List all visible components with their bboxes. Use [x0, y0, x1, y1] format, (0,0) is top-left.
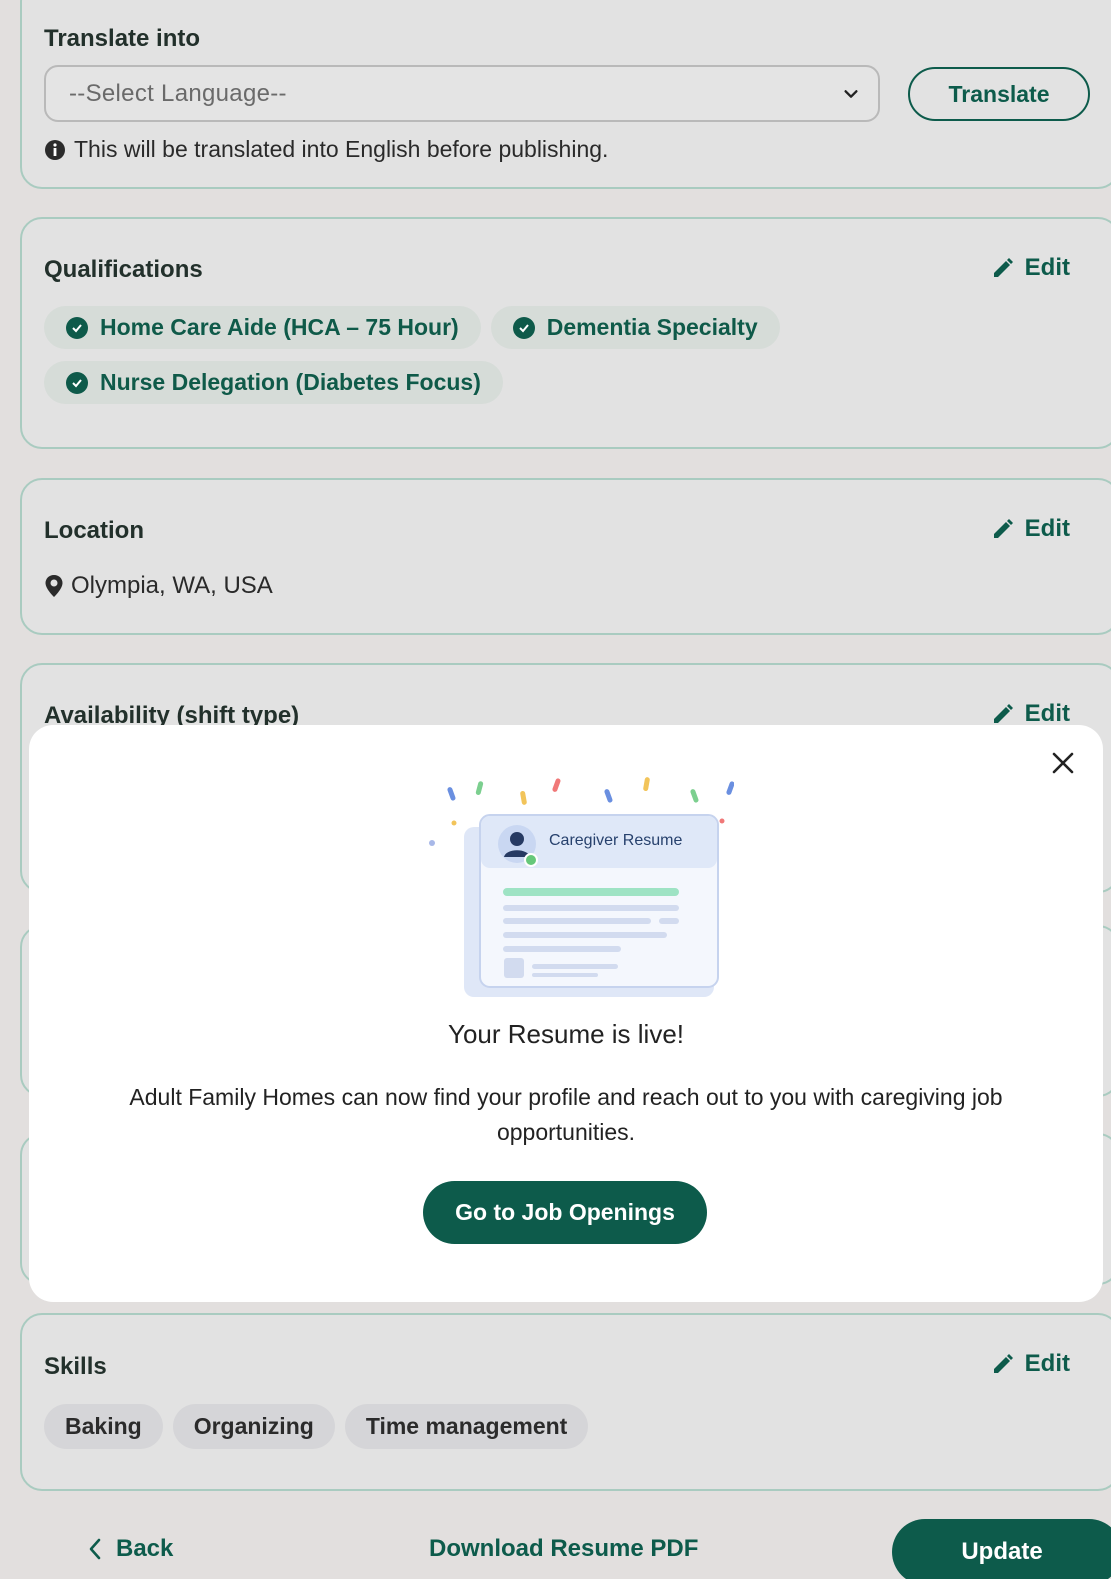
- qualification-label: Home Care Aide (HCA – 75 Hour): [100, 314, 459, 340]
- back-button[interactable]: Back: [88, 1535, 173, 1563]
- pencil-icon: [993, 1354, 1013, 1373]
- resume-illustration: Caregiver Resume: [429, 777, 734, 997]
- pencil-icon: [993, 258, 1013, 277]
- check-circle-icon: [66, 371, 88, 394]
- info-icon: [45, 139, 65, 160]
- translate-card: Translate into --Select Language-- Trans…: [20, 0, 1111, 189]
- location-text: Olympia, WA, USA: [71, 572, 273, 599]
- skills-edit-label: Edit: [1024, 1350, 1070, 1377]
- translate-note-text: This will be translated into English bef…: [74, 136, 609, 162]
- map-pin-icon: [45, 575, 63, 597]
- language-select[interactable]: --Select Language--: [44, 65, 880, 122]
- skill-chip: Time management: [344, 1404, 589, 1449]
- pencil-icon: [993, 519, 1013, 538]
- chevron-left-icon: [89, 1538, 101, 1560]
- check-circle-icon: [512, 316, 535, 339]
- location-edit-button[interactable]: Edit: [991, 515, 1070, 543]
- check-circle-icon: [66, 316, 88, 339]
- chevron-down-icon: [844, 90, 858, 98]
- qualification-label: Dementia Specialty: [546, 314, 758, 340]
- location-value: Olympia, WA, USA: [44, 572, 273, 600]
- skills-edit-button[interactable]: Edit: [991, 1350, 1070, 1378]
- language-select-value: --Select Language--: [69, 79, 287, 107]
- qualification-label: Nurse Delegation (Diabetes Focus): [100, 369, 481, 395]
- qualifications-card: Qualifications Edit Home Care Aide (HCA …: [20, 217, 1111, 449]
- resume-live-modal: Caregiver Resume Your Resume is live! Ad…: [29, 725, 1103, 1302]
- qualifications-row-2: Nurse Delegation (Diabetes Focus): [44, 361, 503, 404]
- qualifications-edit-label: Edit: [1024, 254, 1070, 281]
- qualification-chip: Home Care Aide (HCA – 75 Hour): [44, 306, 481, 349]
- skills-card: Skills Edit Baking Organizing Time manag…: [20, 1313, 1111, 1491]
- skills-title: Skills: [44, 1353, 107, 1380]
- translate-button[interactable]: Translate: [908, 67, 1090, 121]
- illustration-title: Caregiver Resume: [549, 832, 682, 849]
- skill-chip: Organizing: [172, 1404, 335, 1449]
- skill-chip: Baking: [44, 1404, 163, 1449]
- translate-note: This will be translated into English bef…: [44, 136, 608, 163]
- location-title: Location: [44, 517, 144, 544]
- go-to-job-openings-button[interactable]: Go to Job Openings: [423, 1181, 707, 1244]
- location-card: Location Edit Olympia, WA, USA: [20, 478, 1111, 635]
- qualifications-title: Qualifications: [44, 256, 203, 283]
- location-edit-label: Edit: [1024, 515, 1070, 542]
- back-label: Back: [116, 1535, 174, 1562]
- modal-description: Adult Family Homes can now find your pro…: [129, 1084, 1003, 1145]
- translate-label: Translate into: [44, 25, 201, 52]
- qualification-chip: Nurse Delegation (Diabetes Focus): [44, 361, 503, 404]
- availability-edit-button[interactable]: Edit: [991, 700, 1070, 728]
- pencil-icon: [993, 704, 1013, 723]
- close-icon[interactable]: [1049, 749, 1077, 777]
- qualifications-edit-button[interactable]: Edit: [991, 254, 1070, 282]
- skills-row: Baking Organizing Time management: [44, 1404, 589, 1449]
- availability-edit-label: Edit: [1024, 700, 1070, 727]
- qualification-chip: Dementia Specialty: [490, 306, 780, 349]
- qualifications-row-1: Home Care Aide (HCA – 75 Hour) Dementia …: [44, 306, 780, 349]
- update-button[interactable]: Update: [892, 1519, 1111, 1579]
- modal-title: Your Resume is live!: [447, 1019, 685, 1049]
- download-resume-link[interactable]: Download Resume PDF: [429, 1535, 698, 1563]
